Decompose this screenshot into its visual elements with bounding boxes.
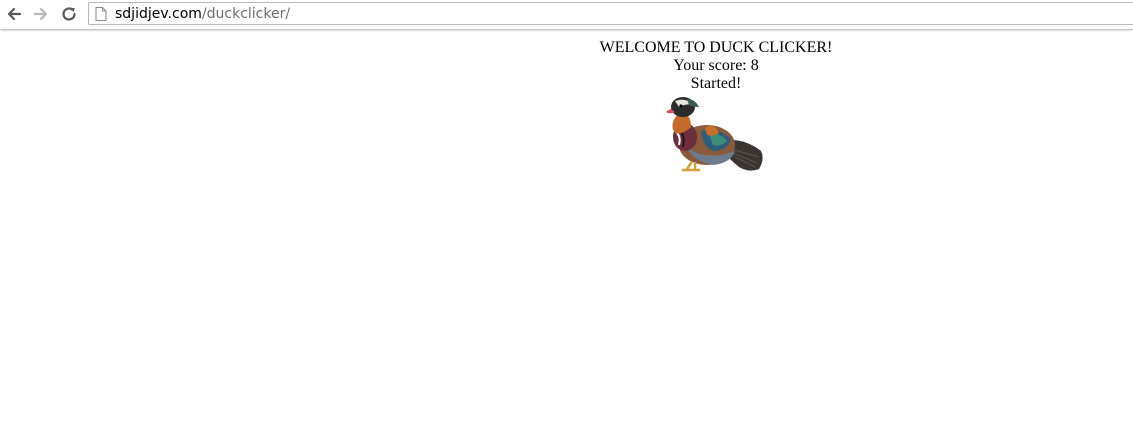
mandarin-duck-image bbox=[666, 97, 763, 172]
forward-button[interactable] bbox=[30, 3, 52, 25]
back-button[interactable] bbox=[3, 3, 25, 25]
back-arrow-icon bbox=[7, 7, 22, 21]
url-text[interactable]: sdjidjev.com/duckclicker/ bbox=[115, 6, 290, 22]
score-text: Your score: 8 bbox=[673, 57, 759, 74]
url-host: sdjidjev.com bbox=[115, 6, 202, 22]
page-content: WELCOME TO DUCK CLICKER! Your score: 8 S… bbox=[300, 39, 1132, 177]
reload-icon bbox=[62, 7, 76, 21]
page-icon bbox=[95, 7, 107, 21]
status-text: Started! bbox=[690, 75, 742, 92]
forward-arrow-icon bbox=[33, 7, 48, 21]
url-path: /duckclicker/ bbox=[201, 6, 291, 22]
duck-button[interactable] bbox=[661, 93, 771, 177]
browser-toolbar: sdjidjev.com/duckclicker/ bbox=[0, 0, 1133, 30]
address-bar[interactable]: sdjidjev.com/duckclicker/ bbox=[88, 2, 1133, 25]
welcome-heading: WELCOME TO DUCK CLICKER! bbox=[599, 39, 833, 56]
reload-button[interactable] bbox=[58, 3, 80, 25]
